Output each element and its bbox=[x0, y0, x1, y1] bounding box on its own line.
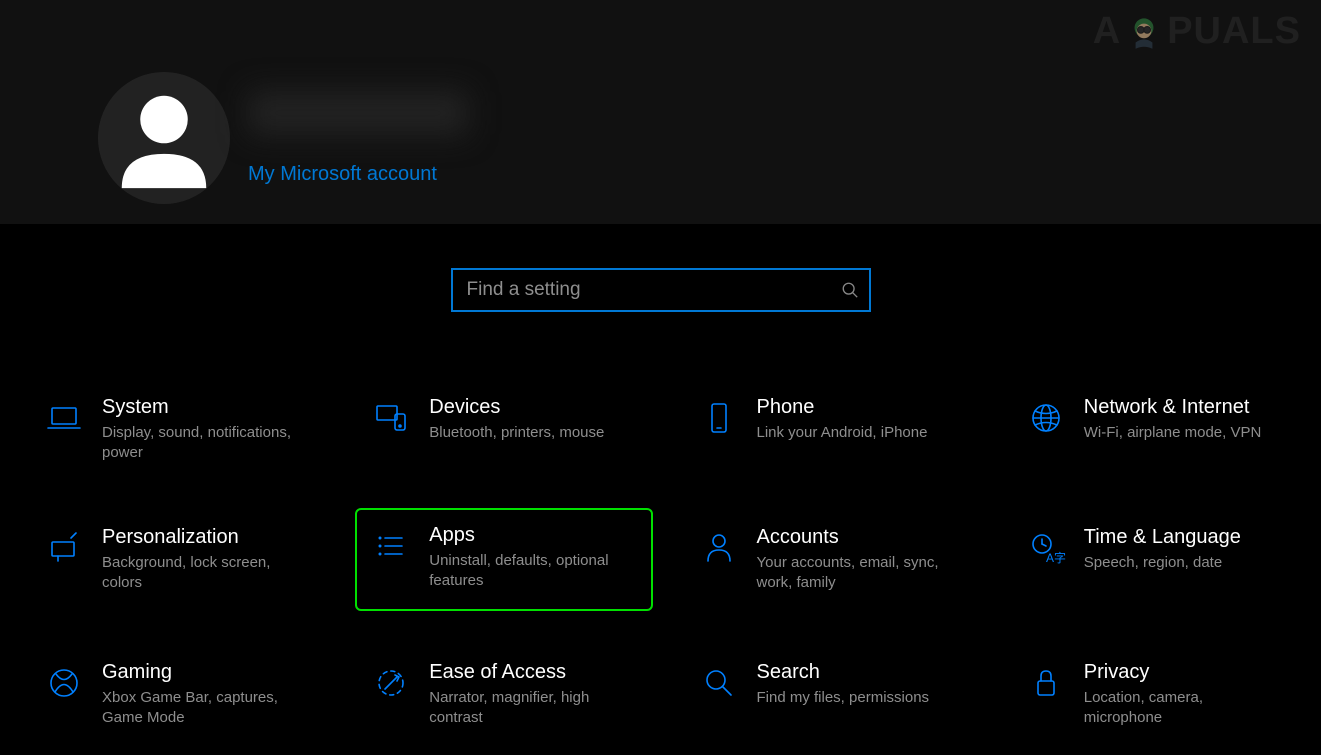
avatar-icon bbox=[98, 72, 230, 204]
tile-title: Gaming bbox=[102, 661, 302, 684]
category-tile-system[interactable]: System Display, sound, notifications, pow… bbox=[28, 384, 325, 476]
tile-title: Phone bbox=[757, 396, 928, 419]
globe-icon bbox=[1026, 398, 1066, 438]
settings-category-grid: System Display, sound, notifications, pow… bbox=[28, 384, 1307, 741]
tile-title: Network & Internet bbox=[1084, 396, 1262, 419]
tile-text: Accounts Your accounts, email, sync, work… bbox=[757, 526, 957, 594]
tile-description: Display, sound, notifications, power bbox=[102, 423, 302, 464]
lock-icon bbox=[1026, 663, 1066, 703]
phone-icon bbox=[699, 398, 739, 438]
search-wrap bbox=[451, 268, 871, 312]
tile-description: Bluetooth, printers, mouse bbox=[429, 423, 604, 443]
tile-text: Gaming Xbox Game Bar, captures, Game Mode bbox=[102, 661, 302, 729]
tile-description: Narrator, magnifier, high contrast bbox=[429, 688, 629, 729]
category-tile-devices[interactable]: Devices Bluetooth, printers, mouse bbox=[355, 384, 652, 476]
tile-text: Personalization Background, lock screen, … bbox=[102, 526, 302, 594]
tile-description: Find my files, permissions bbox=[757, 688, 930, 708]
tile-text: Search Find my files, permissions bbox=[757, 661, 930, 708]
tile-description: Your accounts, email, sync, work, family bbox=[757, 553, 957, 594]
category-tile-apps[interactable]: Apps Uninstall, defaults, optional featur… bbox=[355, 508, 652, 612]
settings-body: System Display, sound, notifications, pow… bbox=[0, 224, 1321, 755]
ease-icon bbox=[371, 663, 411, 703]
search-input[interactable] bbox=[451, 268, 871, 312]
laptop-icon bbox=[44, 398, 84, 438]
clocklang-icon: A字 bbox=[1026, 528, 1066, 568]
tile-text: Apps Uninstall, defaults, optional featur… bbox=[429, 524, 629, 592]
svg-text:A字: A字 bbox=[1046, 550, 1066, 565]
profile-text: My Microsoft account bbox=[248, 91, 468, 186]
tile-text: System Display, sound, notifications, pow… bbox=[102, 396, 302, 464]
watermark-text-puals: PUALS bbox=[1167, 10, 1301, 53]
avatar[interactable] bbox=[98, 72, 230, 204]
tile-title: Search bbox=[757, 661, 930, 684]
list-icon bbox=[371, 526, 411, 566]
category-tile-phone[interactable]: Phone Link your Android, iPhone bbox=[683, 384, 980, 476]
tile-text: Time & Language Speech, region, date bbox=[1084, 526, 1241, 573]
tile-title: System bbox=[102, 396, 302, 419]
watermark-text-a: A bbox=[1093, 10, 1121, 53]
category-tile-ease[interactable]: Ease of Access Narrator, magnifier, high … bbox=[355, 649, 652, 741]
tile-text: Devices Bluetooth, printers, mouse bbox=[429, 396, 604, 443]
tile-title: Privacy bbox=[1084, 661, 1284, 684]
profile-area: My Microsoft account bbox=[98, 72, 468, 204]
settings-header: A PUALS My Microsoft account bbox=[0, 0, 1321, 224]
category-tile-privacy[interactable]: Privacy Location, camera, microphone bbox=[1010, 649, 1307, 741]
tile-text: Phone Link your Android, iPhone bbox=[757, 396, 928, 443]
category-tile-time[interactable]: A字 Time & Language Speech, region, date bbox=[1010, 514, 1307, 612]
devices-icon bbox=[371, 398, 411, 438]
watermark: A PUALS bbox=[1093, 10, 1301, 53]
tile-text: Ease of Access Narrator, magnifier, high … bbox=[429, 661, 629, 729]
xbox-icon bbox=[44, 663, 84, 703]
person-icon bbox=[699, 528, 739, 568]
tile-title: Apps bbox=[429, 524, 629, 547]
category-tile-gaming[interactable]: Gaming Xbox Game Bar, captures, Game Mode bbox=[28, 649, 325, 741]
magnify-icon bbox=[699, 663, 739, 703]
category-tile-search[interactable]: Search Find my files, permissions bbox=[683, 649, 980, 741]
tile-title: Time & Language bbox=[1084, 526, 1241, 549]
tile-title: Ease of Access bbox=[429, 661, 629, 684]
paint-icon bbox=[44, 528, 84, 568]
tile-description: Xbox Game Bar, captures, Game Mode bbox=[102, 688, 302, 729]
tile-description: Background, lock screen, colors bbox=[102, 553, 302, 594]
watermark-logo-icon bbox=[1123, 11, 1165, 53]
tile-description: Location, camera, microphone bbox=[1084, 688, 1284, 729]
my-microsoft-account-link[interactable]: My Microsoft account bbox=[248, 163, 468, 186]
category-tile-personalization[interactable]: Personalization Background, lock screen, … bbox=[28, 514, 325, 612]
tile-title: Accounts bbox=[757, 526, 957, 549]
tile-description: Speech, region, date bbox=[1084, 553, 1241, 573]
tile-title: Personalization bbox=[102, 526, 302, 549]
tile-description: Uninstall, defaults, optional features bbox=[429, 551, 629, 592]
tile-description: Link your Android, iPhone bbox=[757, 423, 928, 443]
tile-text: Privacy Location, camera, microphone bbox=[1084, 661, 1284, 729]
tile-text: Network & Internet Wi-Fi, airplane mode, … bbox=[1084, 396, 1262, 443]
category-tile-accounts[interactable]: Accounts Your accounts, email, sync, work… bbox=[683, 514, 980, 612]
tile-title: Devices bbox=[429, 396, 604, 419]
username-redacted bbox=[248, 91, 468, 135]
category-tile-network[interactable]: Network & Internet Wi-Fi, airplane mode, … bbox=[1010, 384, 1307, 476]
tile-description: Wi-Fi, airplane mode, VPN bbox=[1084, 423, 1262, 443]
